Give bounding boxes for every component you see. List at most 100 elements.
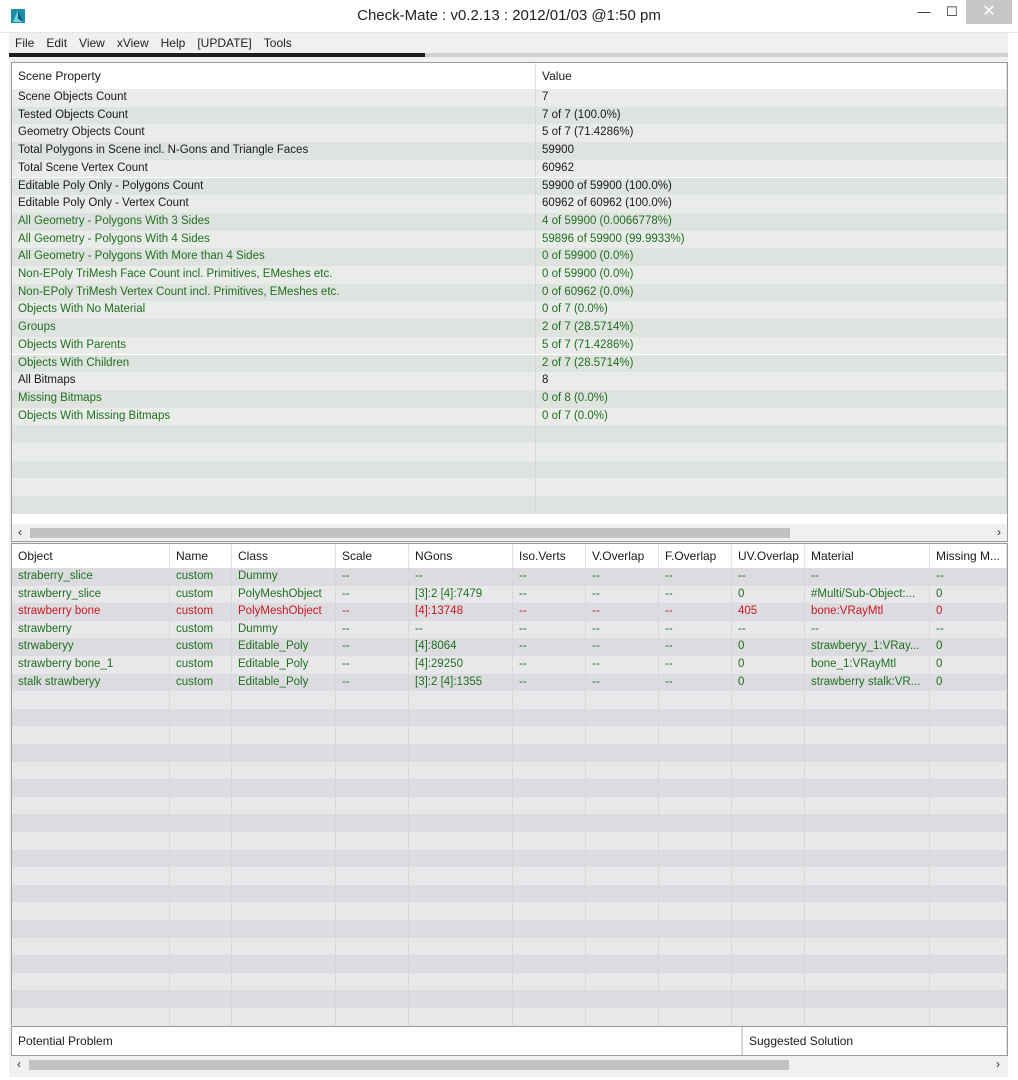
cell-material <box>805 849 930 868</box>
scene-table-row[interactable]: Editable Poly Only - Polygons Count 59900… <box>12 177 1007 196</box>
column-header-potential-problem[interactable]: Potential Problem <box>12 1027 742 1055</box>
column-header-iso-verts[interactable]: Iso.Verts <box>513 544 586 568</box>
cell-f-overlap <box>659 920 732 938</box>
object-table-row[interactable] <box>12 884 1007 903</box>
column-header-class[interactable]: Class <box>232 544 336 568</box>
object-table-row[interactable] <box>12 761 1007 780</box>
maximize-button[interactable]: ☐ <box>938 0 966 24</box>
column-header-f-overlap[interactable]: F.Overlap <box>659 544 732 568</box>
cell-uv-overlap: 0 <box>732 673 805 692</box>
column-header-missing-m[interactable]: Missing M... <box>930 544 1007 568</box>
cell-ngons: -- <box>409 620 513 639</box>
object-table-row[interactable] <box>12 955 1007 973</box>
object-table-row[interactable]: strawberry bone custom PolyMeshObject -- [4]… <box>12 603 1007 621</box>
cell-f-overlap <box>659 867 732 885</box>
column-header-material[interactable]: Material <box>805 544 930 568</box>
object-table-row[interactable] <box>12 832 1007 850</box>
scene-table-row[interactable] <box>12 496 1007 514</box>
scene-table-row[interactable]: Objects With Missing Bitmaps 0 of 7 (0.0%… <box>12 407 1007 426</box>
scene-table-row[interactable]: Objects With Children 2 of 7 (28.5714%) <box>12 354 1007 373</box>
object-table-row[interactable] <box>12 920 1007 938</box>
scene-table-row[interactable]: All Geometry - Polygons With More than 4… <box>12 248 1007 266</box>
scene-table-row[interactable]: All Geometry - Polygons With 4 Sides 5989… <box>12 230 1007 249</box>
scene-table-row[interactable]: Missing Bitmaps 0 of 8 (0.0%) <box>12 389 1007 408</box>
scene-table-row[interactable]: Scene Objects Count 7 <box>12 89 1007 107</box>
scene-horizontal-scrollbar[interactable]: ‹ › <box>12 524 1007 541</box>
scene-table-row[interactable] <box>12 443 1007 461</box>
cell-iso-verts <box>513 849 586 868</box>
object-table-row[interactable]: straberry_slice custom Dummy -- -- -- -- -- -- --… <box>12 568 1007 586</box>
column-header-scene-property[interactable]: Scene Property <box>12 63 536 89</box>
scene-table-row[interactable]: Non-EPoly TriMesh Vertex Count incl. Pri… <box>12 283 1007 302</box>
column-header-name[interactable]: Name <box>170 544 232 568</box>
scene-table-row[interactable]: Objects With No Material 0 of 7 (0.0%) <box>12 301 1007 320</box>
object-table-row[interactable] <box>12 814 1007 833</box>
column-header-suggested-solution[interactable]: Suggested Solution <box>742 1027 1007 1055</box>
column-header-ngons[interactable]: NGons <box>409 544 513 568</box>
bottom-horizontal-scrollbar[interactable]: ‹ › <box>11 1056 1006 1073</box>
scene-table-row[interactable]: Total Scene Vertex Count 60962 <box>12 159 1007 178</box>
cell-ngons <box>409 779 513 797</box>
scene-table-row[interactable]: Tested Objects Count 7 of 7 (100.0%) <box>12 106 1007 125</box>
cell-v-overlap: -- <box>586 656 659 674</box>
column-header-object[interactable]: Object <box>12 544 170 568</box>
object-table-row[interactable] <box>12 726 1007 745</box>
menu-update[interactable]: [UPDATE] <box>191 33 257 53</box>
scene-table-row[interactable]: Non-EPoly TriMesh Face Count incl. Primi… <box>12 266 1007 284</box>
column-header-v-overlap[interactable]: V.Overlap <box>586 544 659 568</box>
object-table-row[interactable] <box>12 796 1007 815</box>
object-table-row[interactable] <box>12 1008 1007 1026</box>
column-header-value[interactable]: Value <box>536 63 1007 89</box>
column-header-uv-overlap[interactable]: UV.Overlap <box>732 544 805 568</box>
close-button[interactable]: ✕ <box>966 0 1012 24</box>
scene-table-row[interactable]: Objects With Parents 5 of 7 (71.4286%) <box>12 336 1007 355</box>
cell-f-overlap <box>659 726 732 745</box>
cell-scale <box>336 814 409 833</box>
cell-scale <box>336 937 409 956</box>
menu-xview[interactable]: xView <box>111 33 155 53</box>
cell-missing-m <box>930 832 1007 850</box>
scene-table-row[interactable]: All Bitmaps 8 <box>12 372 1007 390</box>
object-table-row[interactable] <box>12 990 1007 1009</box>
scene-table-row[interactable]: Groups 2 of 7 (28.5714%) <box>12 319 1007 337</box>
menu-edit[interactable]: Edit <box>40 33 73 53</box>
menu-file[interactable]: File <box>9 33 40 53</box>
scene-table-row[interactable]: Editable Poly Only - Vertex Count 60962 o… <box>12 195 1007 213</box>
object-table-row[interactable]: strawberry bone_1 custom Editable_Poly -- [4… <box>12 656 1007 674</box>
scene-value-cell <box>536 425 1007 443</box>
object-table-row[interactable] <box>12 744 1007 762</box>
object-table-row[interactable]: strawberry_slice custom PolyMeshObject -- [3… <box>12 585 1007 604</box>
object-table-row[interactable]: strawberry custom Dummy -- -- -- -- -- -- -- -- <box>12 620 1007 639</box>
object-table-row[interactable] <box>12 849 1007 868</box>
object-table-row[interactable] <box>12 972 1007 991</box>
object-table-row[interactable] <box>12 691 1007 709</box>
object-table-row[interactable] <box>12 708 1007 727</box>
scroll-right-arrow[interactable]: › <box>991 524 1007 541</box>
scene-table-row[interactable] <box>12 460 1007 479</box>
menu-help[interactable]: Help <box>155 33 192 53</box>
scene-property-cell <box>12 496 536 514</box>
scene-table-row[interactable]: Total Polygons in Scene incl. N-Gons and… <box>12 142 1007 160</box>
menu-tools[interactable]: Tools <box>258 33 298 53</box>
scene-table-row[interactable] <box>12 425 1007 443</box>
object-table-row[interactable] <box>12 902 1007 921</box>
scene-table-row[interactable]: Geometry Objects Count 5 of 7 (71.4286%) <box>12 124 1007 143</box>
scene-value-cell: 59896 of 59900 (99.9933%) <box>536 230 1007 249</box>
scrollbar-thumb[interactable] <box>29 1060 789 1070</box>
scroll-left-arrow[interactable]: ‹ <box>11 1056 27 1073</box>
cell-missing-m <box>930 955 1007 973</box>
object-table-row[interactable] <box>12 779 1007 797</box>
object-table-row[interactable]: strwaberyy custom Editable_Poly -- [4]:8064-… <box>12 638 1007 657</box>
scroll-left-arrow[interactable]: ‹ <box>12 524 28 541</box>
object-table-row[interactable] <box>12 937 1007 956</box>
menu-view[interactable]: View <box>73 33 111 53</box>
scene-table-row[interactable]: All Geometry - Polygons With 3 Sides 4 of… <box>12 212 1007 231</box>
column-header-scale[interactable]: Scale <box>336 544 409 568</box>
object-table-row[interactable]: stalk strawberyy custom Editable_Poly -- [3]… <box>12 673 1007 692</box>
scroll-right-arrow[interactable]: › <box>990 1056 1006 1073</box>
cell-missing-m: 0 <box>930 585 1007 604</box>
object-table-row[interactable] <box>12 867 1007 885</box>
minimize-button[interactable]: — <box>910 0 938 24</box>
scene-table-row[interactable] <box>12 478 1007 497</box>
scrollbar-thumb[interactable] <box>30 528 790 538</box>
